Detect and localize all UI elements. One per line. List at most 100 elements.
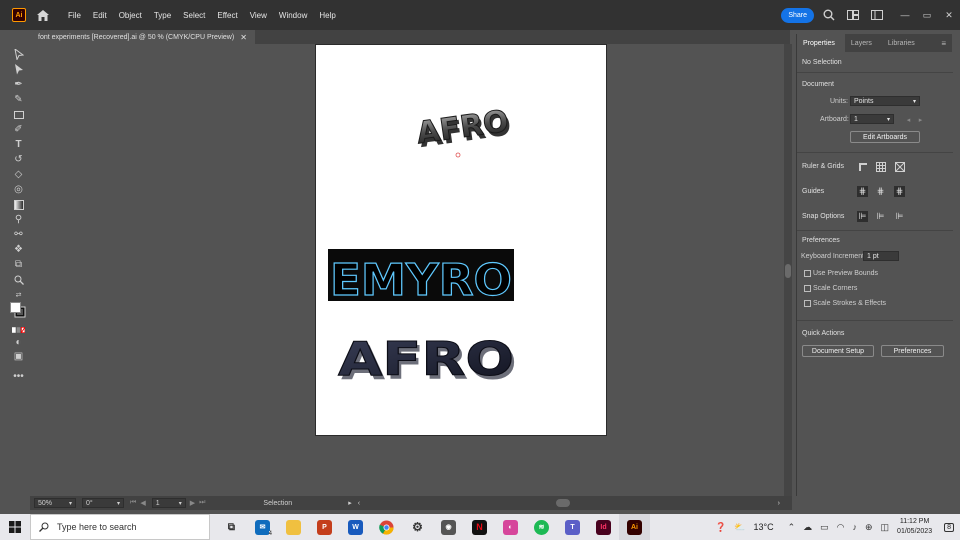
ruler-icon[interactable] bbox=[857, 161, 868, 172]
photos-app-icon[interactable]: ◐ bbox=[495, 514, 526, 540]
menu-help[interactable]: Help bbox=[313, 11, 341, 20]
language-icon[interactable]: ◫ bbox=[881, 522, 890, 533]
menu-file[interactable]: File bbox=[62, 11, 87, 20]
share-button[interactable]: Share bbox=[781, 7, 814, 23]
volume-icon[interactable]: ♪ bbox=[852, 522, 857, 532]
word-icon[interactable]: W bbox=[340, 514, 371, 540]
onedrive-icon[interactable]: ☁ bbox=[803, 522, 812, 533]
rectangle-tool-icon[interactable] bbox=[12, 108, 25, 121]
artboard[interactable]: AFRO AFRO EMYRO AFRO AFRO bbox=[315, 44, 607, 436]
next-artboard-icon[interactable]: ▸ bbox=[915, 114, 926, 125]
edit-artboards-button[interactable]: Edit Artboards bbox=[850, 131, 920, 143]
camera-app-icon[interactable]: ◉ bbox=[433, 514, 464, 540]
tab-libraries[interactable]: Libraries bbox=[882, 34, 925, 52]
menu-effect[interactable]: Effect bbox=[211, 11, 243, 20]
transparency-grid-icon[interactable] bbox=[894, 161, 905, 172]
rotate-tool-icon[interactable]: ↺ bbox=[12, 153, 25, 166]
scroll-right-icon[interactable]: › bbox=[778, 500, 780, 507]
use-preview-bounds-checkbox[interactable] bbox=[804, 270, 811, 277]
document-tab[interactable]: font experiments [Recovered].ai @ 50 % (… bbox=[30, 30, 255, 44]
canvas-area[interactable]: AFRO AFRO EMYRO AFRO AFRO bbox=[30, 44, 792, 496]
windows-start-icon[interactable] bbox=[0, 514, 30, 540]
scale-strokes-checkbox[interactable] bbox=[804, 300, 811, 307]
grid-icon[interactable] bbox=[875, 161, 886, 172]
arrange-documents-icon[interactable] bbox=[846, 8, 860, 22]
symbol-sprayer-tool-icon[interactable]: ❖ bbox=[12, 243, 25, 256]
snap-to-point-icon[interactable]: ⊫ bbox=[857, 211, 868, 222]
document-setup-button[interactable]: Document Setup bbox=[802, 345, 874, 357]
weather-icon[interactable]: ⛅ bbox=[734, 522, 745, 533]
eyedropper-tool-icon[interactable]: ⚲ bbox=[12, 213, 25, 226]
type-tool-icon[interactable]: T bbox=[12, 138, 25, 151]
chevron-up-icon[interactable]: ⌃ bbox=[788, 522, 796, 533]
status-menu-icon[interactable]: ▸ bbox=[348, 499, 352, 507]
next-artboard-icon[interactable]: ▶ bbox=[190, 499, 195, 507]
pen-tool-icon[interactable]: ✒ bbox=[12, 78, 25, 91]
settings-gear-icon[interactable]: ⚙ bbox=[402, 514, 433, 540]
zoom-level-select[interactable]: 50% ▾ bbox=[34, 498, 76, 508]
draw-mode-icon[interactable]: ◐ bbox=[12, 336, 25, 349]
blend-tool-icon[interactable]: ⚯ bbox=[12, 228, 25, 241]
tab-layers[interactable]: Layers bbox=[845, 34, 882, 52]
afro-navy-art[interactable]: AFRO AFRO bbox=[338, 332, 518, 391]
artboard-tool-icon[interactable]: ⧉ bbox=[12, 258, 25, 271]
previous-artboard-icon[interactable]: ◂ bbox=[903, 114, 914, 125]
indesign-icon[interactable]: Id bbox=[588, 514, 619, 540]
close-icon[interactable]: ✕ bbox=[938, 10, 960, 21]
maximize-icon[interactable]: ▭ bbox=[916, 10, 938, 21]
workspace-switcher-icon[interactable] bbox=[870, 8, 884, 22]
scale-corners-checkbox[interactable] bbox=[804, 285, 811, 292]
afro-chrome-art[interactable]: AFRO AFRO bbox=[414, 103, 514, 156]
snap-to-pixel-icon[interactable]: ⊫ bbox=[894, 211, 905, 222]
gradient-tool-icon[interactable] bbox=[12, 198, 25, 211]
swap-colors-icon[interactable]: ⇄ bbox=[12, 288, 25, 301]
menu-select[interactable]: Select bbox=[177, 11, 211, 20]
fill-stroke-swatch-icon[interactable] bbox=[10, 302, 26, 318]
notifications-badge[interactable]: 8 bbox=[944, 522, 954, 532]
location-icon[interactable]: ⊕ bbox=[865, 522, 873, 533]
more-tools-icon[interactable]: ••• bbox=[12, 370, 25, 383]
paintbrush-tool-icon[interactable]: ✐ bbox=[12, 123, 25, 136]
emyro-neon-art[interactable]: EMYRO bbox=[328, 249, 514, 307]
previous-artboard-icon[interactable]: ◀ bbox=[140, 499, 145, 507]
help-icon[interactable]: ❓ bbox=[715, 522, 726, 533]
mail-app-icon[interactable]: ✉ 4 bbox=[247, 514, 278, 540]
last-artboard-icon[interactable]: ⏭ bbox=[199, 499, 205, 507]
illustrator-taskbar-icon[interactable]: Ai bbox=[619, 514, 650, 540]
menu-window[interactable]: Window bbox=[273, 11, 313, 20]
keyboard-increment-input[interactable]: 1 pt bbox=[863, 251, 899, 261]
curvature-tool-icon[interactable]: ✎ bbox=[12, 93, 25, 106]
show-guides-icon[interactable]: ⋕ bbox=[857, 186, 868, 197]
menu-view[interactable]: View bbox=[244, 11, 273, 20]
search-icon[interactable] bbox=[822, 8, 836, 22]
color-mode-icon[interactable] bbox=[12, 323, 25, 336]
menu-object[interactable]: Object bbox=[113, 11, 148, 20]
vertical-scroll-thumb[interactable] bbox=[785, 264, 791, 278]
file-explorer-icon[interactable] bbox=[278, 514, 309, 540]
powerpoint-icon[interactable]: P bbox=[309, 514, 340, 540]
rotation-select[interactable]: 0° ▾ bbox=[82, 498, 124, 508]
eraser-tool-icon[interactable]: ◇ bbox=[12, 168, 25, 181]
artboard-select[interactable]: 1 ▾ bbox=[850, 114, 894, 124]
selection-tool-icon[interactable] bbox=[12, 48, 25, 61]
preferences-button[interactable]: Preferences bbox=[881, 345, 944, 357]
smart-guides-icon[interactable]: ⋕ bbox=[894, 186, 905, 197]
wifi-icon[interactable]: ◠ bbox=[837, 522, 845, 533]
menu-edit[interactable]: Edit bbox=[87, 11, 113, 20]
menu-type[interactable]: Type bbox=[148, 11, 177, 20]
home-icon[interactable] bbox=[36, 8, 50, 22]
weather-temperature[interactable]: 13°C bbox=[753, 522, 773, 532]
taskbar-search-input[interactable]: Type here to search bbox=[30, 514, 210, 540]
teams-icon[interactable]: T bbox=[557, 514, 588, 540]
tab-properties[interactable]: Properties bbox=[797, 34, 845, 52]
chrome-icon[interactable] bbox=[371, 514, 402, 540]
screen-mode-icon[interactable]: ▣ bbox=[12, 350, 25, 363]
panel-menu-icon[interactable]: ≡ bbox=[941, 39, 946, 48]
artboard-number-select[interactable]: 1 ▾ bbox=[151, 498, 186, 508]
lock-guides-icon[interactable]: ⋕ bbox=[875, 186, 886, 197]
scroll-left-icon[interactable]: ‹ bbox=[358, 500, 360, 507]
shape-builder-tool-icon[interactable]: ◎ bbox=[12, 183, 25, 196]
horizontal-scroll-thumb[interactable] bbox=[556, 499, 570, 507]
first-artboard-icon[interactable]: ⏮ bbox=[130, 499, 136, 507]
close-tab-icon[interactable]: ✕ bbox=[240, 33, 247, 42]
